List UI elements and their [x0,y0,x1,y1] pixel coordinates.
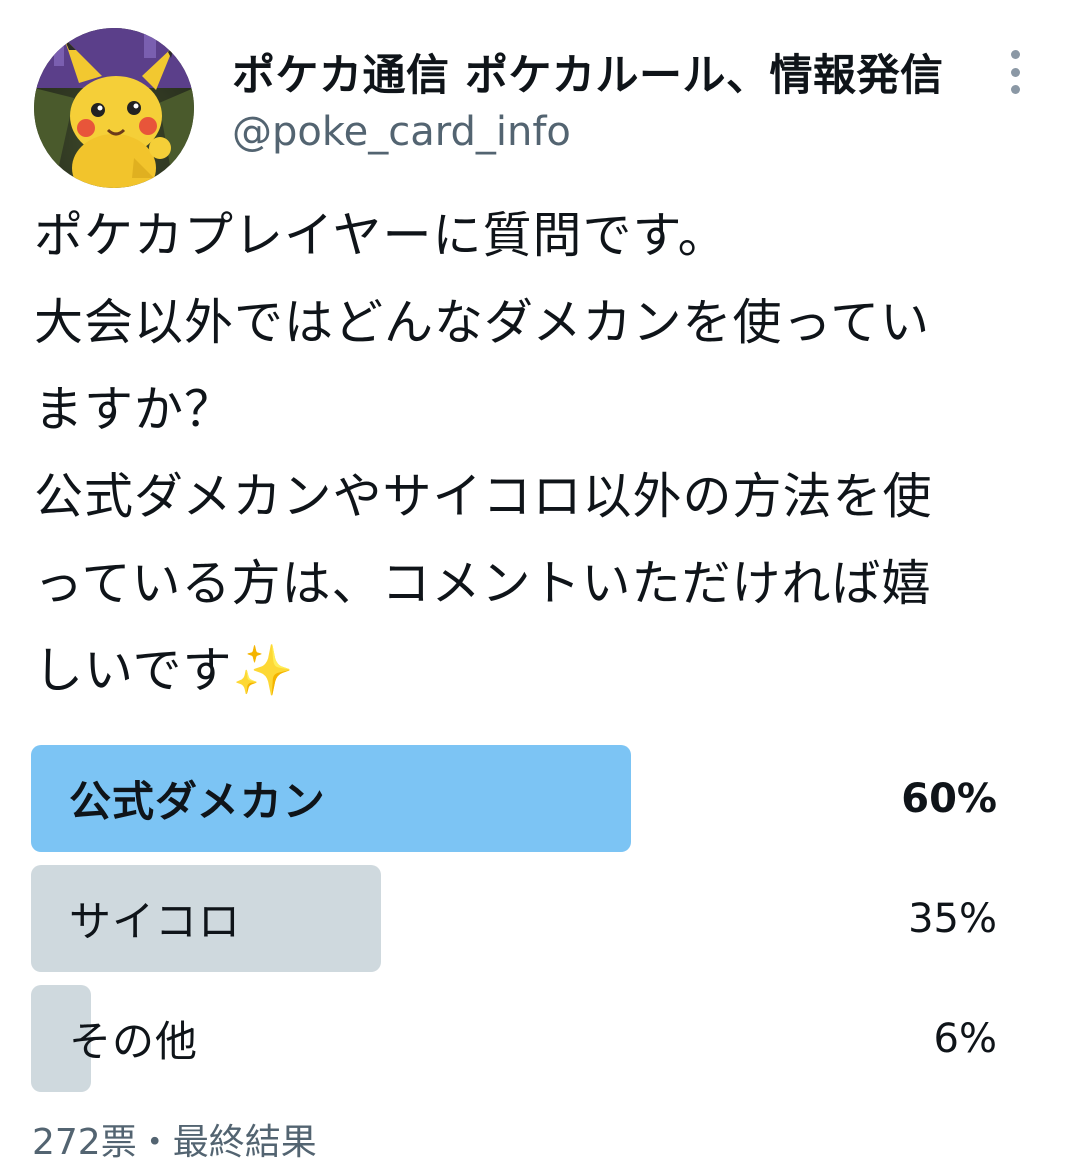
poll-option-percent: 60% [901,775,997,822]
poll-meta: 272票・最終結果 [32,1122,317,1163]
poll-option-label: その他 [69,1017,199,1066]
avatar[interactable] [34,28,194,188]
author-display-name[interactable]: ポケカ通信 ポケカルール、情報発信 [232,48,943,104]
poll-option: サイコロ 35% [31,865,1031,972]
poll: 公式ダメカン 60% サイコロ 35% その他 6% [31,745,1031,1105]
author-handle[interactable]: @poke_card_info [232,106,571,158]
more-dot [1010,50,1020,59]
poll-option-percent: 35% [908,895,997,942]
poll-option-label: サイコロ [69,897,242,946]
poll-option-label: 公式ダメカン [69,777,326,826]
poll-option: その他 6% [31,985,1031,1092]
poll-option: 公式ダメカン 60% [31,745,1031,852]
poll-option-percent: 6% [933,1015,997,1062]
more-vertical-icon[interactable] [998,50,1032,94]
tweet-text: ポケカプレイヤーに質問です。 大会以外ではどんなダメカンを使ってい ますか？ 公… [34,207,933,699]
more-dot [1010,85,1020,94]
more-dot [1010,67,1020,77]
pikachu-avatar-icon [34,28,194,188]
